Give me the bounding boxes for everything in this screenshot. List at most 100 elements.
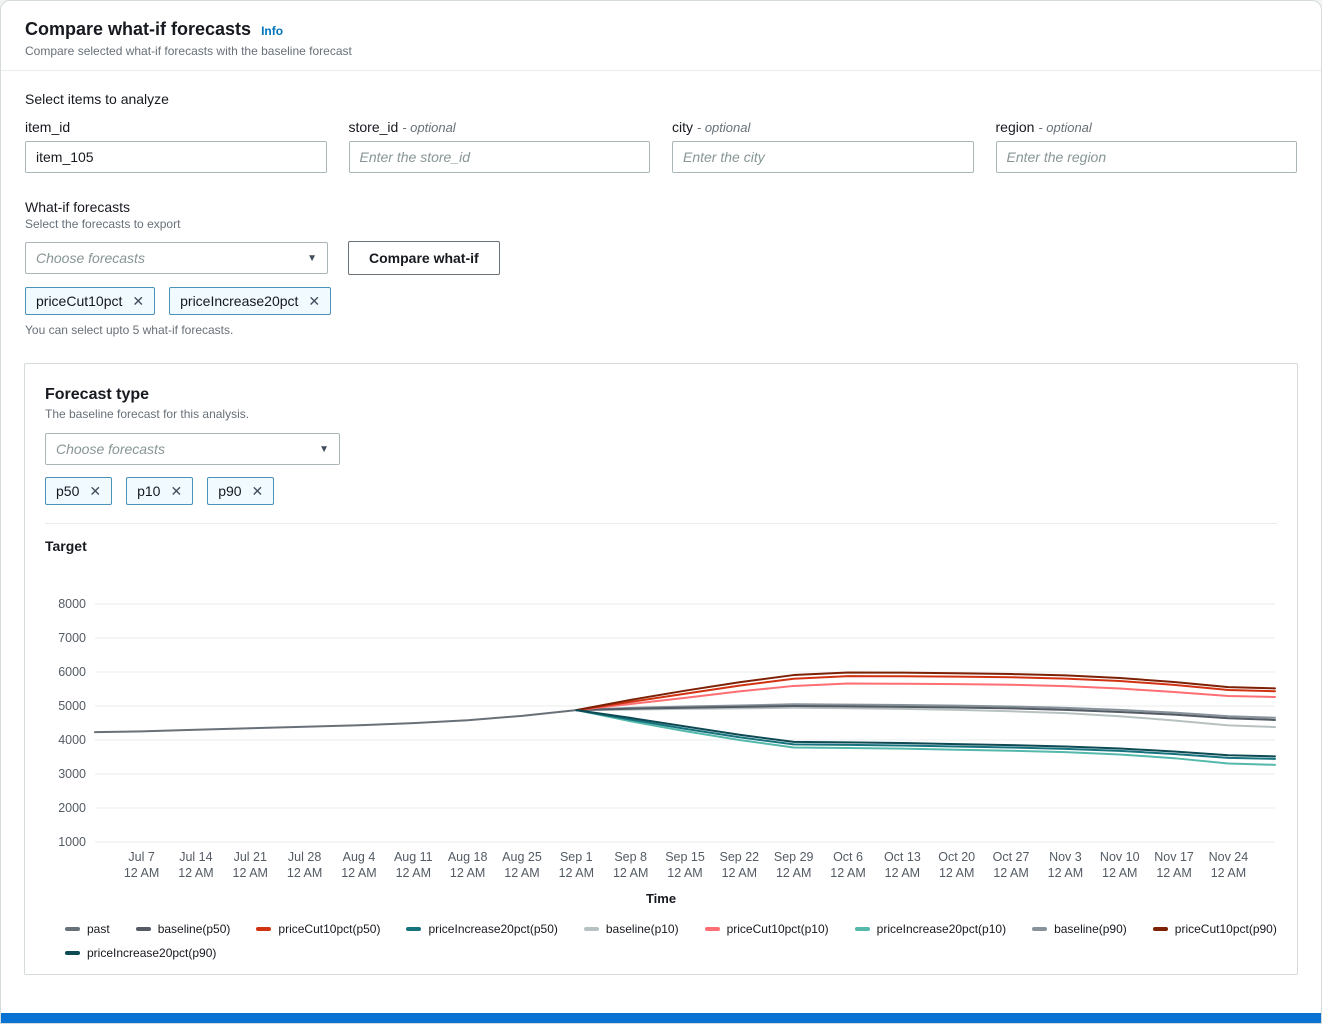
- svg-text:12 AM: 12 AM: [939, 866, 974, 880]
- region-label: region - optional: [996, 119, 1298, 135]
- region-input[interactable]: [996, 141, 1298, 173]
- x-axis-title: Time: [45, 891, 1277, 906]
- item-id-field-group: item_id: [25, 119, 327, 173]
- region-field-group: region - optional: [996, 119, 1298, 173]
- svg-text:12 AM: 12 AM: [1048, 866, 1083, 880]
- svg-text:3000: 3000: [58, 767, 86, 781]
- forecast-type-dropdown[interactable]: Choose forecasts ▼: [45, 433, 340, 465]
- svg-text:6000: 6000: [58, 665, 86, 679]
- panel-divider: [45, 523, 1277, 524]
- city-label: city - optional: [672, 119, 974, 135]
- store-id-input[interactable]: [349, 141, 651, 173]
- svg-text:7000: 7000: [58, 631, 86, 645]
- legend-swatch: [1153, 927, 1168, 931]
- chart-area: 10002000300040005000600070008000Jul 712 …: [45, 582, 1277, 906]
- close-icon[interactable]: ✕: [308, 294, 320, 308]
- forecast-chart: 10002000300040005000600070008000Jul 712 …: [45, 582, 1281, 884]
- legend-swatch: [1032, 927, 1047, 931]
- svg-text:Oct 13: Oct 13: [884, 850, 921, 864]
- token-label: p50: [56, 483, 79, 499]
- svg-text:12 AM: 12 AM: [722, 866, 757, 880]
- legend-item[interactable]: baseline(p90): [1032, 922, 1127, 936]
- svg-text:Oct 27: Oct 27: [993, 850, 1030, 864]
- legend-item[interactable]: priceCut10pct(p90): [1153, 922, 1277, 936]
- chart-legend: past baseline(p50) priceCut10pct(p50) price…: [45, 922, 1277, 960]
- svg-text:Jul 14: Jul 14: [179, 850, 212, 864]
- legend-item[interactable]: priceIncrease20pct(p90): [65, 946, 216, 960]
- svg-text:12 AM: 12 AM: [1102, 866, 1137, 880]
- svg-text:12 AM: 12 AM: [504, 866, 539, 880]
- svg-text:4000: 4000: [58, 733, 86, 747]
- close-icon[interactable]: ✕: [252, 484, 264, 498]
- legend-swatch: [65, 927, 80, 931]
- svg-text:12 AM: 12 AM: [341, 866, 376, 880]
- legend-label: priceCut10pct(p10): [727, 922, 829, 936]
- svg-text:Aug 25: Aug 25: [502, 850, 542, 864]
- what-if-helper-text: You can select upto 5 what-if forecasts.: [25, 323, 1297, 337]
- what-if-section: What-if forecasts Select the forecasts t…: [25, 199, 1297, 337]
- svg-text:Sep 22: Sep 22: [720, 850, 760, 864]
- store-id-field-group: store_id - optional: [349, 119, 651, 173]
- page-title: Compare what-if forecasts: [25, 19, 251, 40]
- svg-text:Aug 4: Aug 4: [343, 850, 376, 864]
- svg-text:12 AM: 12 AM: [287, 866, 322, 880]
- token-label: p10: [137, 483, 160, 499]
- legend-item[interactable]: baseline(p10): [584, 922, 679, 936]
- legend-swatch: [705, 927, 720, 931]
- svg-text:Sep 1: Sep 1: [560, 850, 593, 864]
- svg-text:12 AM: 12 AM: [885, 866, 920, 880]
- legend-label: baseline(p50): [158, 922, 231, 936]
- svg-text:Nov 10: Nov 10: [1100, 850, 1140, 864]
- info-link[interactable]: Info: [261, 24, 283, 38]
- token-p90: p90 ✕: [207, 477, 274, 505]
- legend-swatch: [406, 927, 421, 931]
- legend-item[interactable]: priceCut10pct(p50): [256, 922, 380, 936]
- svg-text:Aug 11: Aug 11: [394, 850, 433, 864]
- legend-label: priceIncrease20pct(p90): [87, 946, 216, 960]
- token-p50: p50 ✕: [45, 477, 112, 505]
- svg-text:12 AM: 12 AM: [667, 866, 702, 880]
- svg-text:Nov 3: Nov 3: [1049, 850, 1082, 864]
- city-field-group: city - optional: [672, 119, 974, 173]
- item-id-label: item_id: [25, 119, 327, 135]
- close-icon[interactable]: ✕: [170, 484, 182, 498]
- city-label-text: city: [672, 119, 693, 135]
- svg-text:12 AM: 12 AM: [396, 866, 431, 880]
- svg-text:Sep 29: Sep 29: [774, 850, 814, 864]
- svg-text:1000: 1000: [58, 835, 86, 849]
- legend-item[interactable]: priceIncrease20pct(p50): [406, 922, 557, 936]
- legend-item[interactable]: priceCut10pct(p10): [705, 922, 829, 936]
- legend-label: baseline(p90): [1054, 922, 1127, 936]
- legend-label: past: [87, 922, 110, 936]
- city-input[interactable]: [672, 141, 974, 173]
- svg-text:12 AM: 12 AM: [1156, 866, 1191, 880]
- svg-text:12 AM: 12 AM: [993, 866, 1028, 880]
- svg-text:Nov 24: Nov 24: [1209, 850, 1249, 864]
- compare-what-if-button[interactable]: Compare what-if: [348, 241, 500, 275]
- svg-text:Sep 8: Sep 8: [614, 850, 647, 864]
- close-icon[interactable]: ✕: [89, 484, 101, 498]
- city-optional: - optional: [697, 120, 750, 135]
- legend-item[interactable]: priceIncrease20pct(p10): [855, 922, 1006, 936]
- store-id-optional: - optional: [402, 120, 455, 135]
- legend-swatch: [136, 927, 151, 931]
- legend-label: priceCut10pct(p50): [278, 922, 380, 936]
- legend-item[interactable]: past: [65, 922, 110, 936]
- token-label: priceIncrease20pct: [180, 293, 298, 309]
- what-if-heading: What-if forecasts: [25, 199, 1297, 215]
- main-content: Select items to analyze item_id store_id…: [1, 71, 1321, 337]
- forecast-type-dropdown-placeholder: Choose forecasts: [56, 441, 165, 457]
- forecast-type-description: The baseline forecast for this analysis.: [45, 407, 1277, 421]
- legend-swatch: [65, 951, 80, 955]
- close-icon[interactable]: ✕: [132, 294, 144, 308]
- page-header: Compare what-if forecasts Info Compare s…: [1, 1, 1321, 71]
- legend-item[interactable]: baseline(p50): [136, 922, 231, 936]
- svg-text:Oct 20: Oct 20: [938, 850, 975, 864]
- page: Compare what-if forecasts Info Compare s…: [0, 0, 1322, 1024]
- what-if-forecasts-dropdown[interactable]: Choose forecasts ▼: [25, 242, 328, 274]
- svg-text:2000: 2000: [58, 801, 86, 815]
- svg-text:12 AM: 12 AM: [559, 866, 594, 880]
- item-id-input[interactable]: [25, 141, 327, 173]
- svg-text:12 AM: 12 AM: [1211, 866, 1246, 880]
- legend-swatch: [256, 927, 271, 931]
